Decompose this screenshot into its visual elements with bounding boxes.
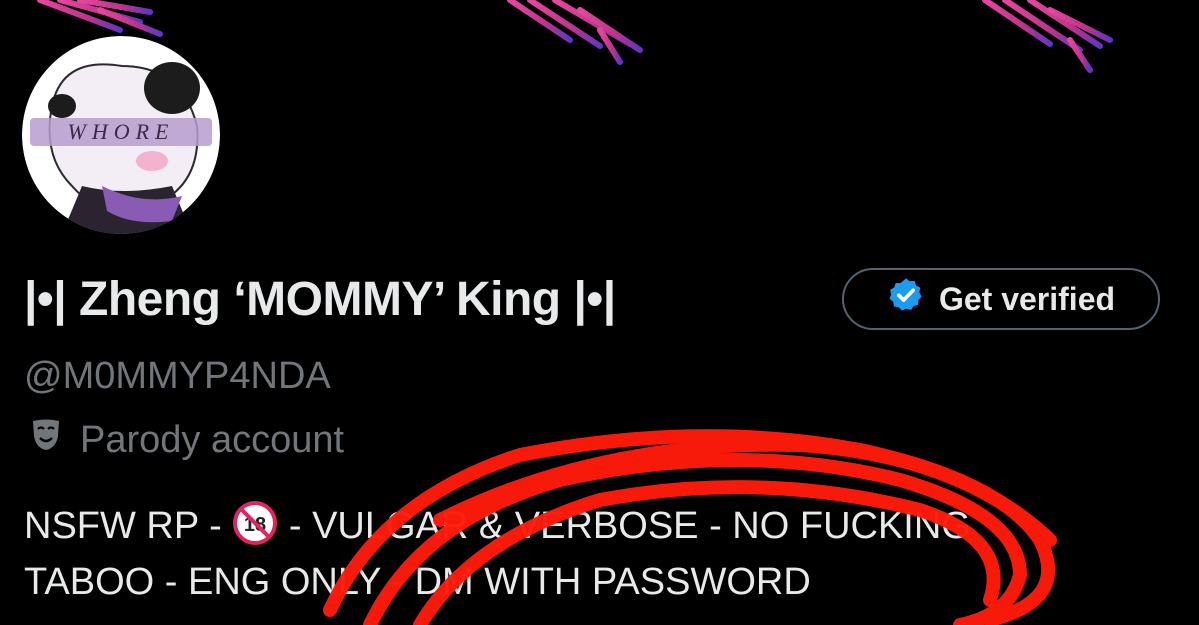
get-verified-label: Get verified <box>938 280 1116 317</box>
bio-text: - VULGAR & VERBOSE - NO FUCKING <box>278 505 971 547</box>
parody-label-text: Parody account <box>80 419 345 461</box>
parody-label: Parody account <box>30 416 344 464</box>
get-verified-button[interactable]: Get verified <box>842 268 1160 330</box>
bio-text: NSFW RP - <box>24 505 233 547</box>
banner-streak <box>507 0 643 65</box>
no-under-18-icon: 18 <box>232 500 278 546</box>
banner-streak <box>982 0 1113 73</box>
user-handle: @M0MMYP4NDA <box>24 355 331 397</box>
profile-bio: NSFW RP - 18 - VULGAR & VERBOSE - NO FUC… <box>24 498 1194 610</box>
bio-line: NSFW RP - 18 - VULGAR & VERBOSE - NO FUC… <box>24 498 1194 554</box>
bio-line: TABOO - ENG ONLY - DM WITH PASSWORD <box>24 561 811 603</box>
banner-streak <box>37 0 163 37</box>
display-name: |•| Zheng ‘MOMMY’ King |•| <box>24 273 616 326</box>
verified-badge-icon <box>887 276 925 322</box>
avatar[interactable]: WHORE <box>22 36 220 234</box>
theater-masks-icon <box>30 416 62 464</box>
avatar-text: WHORE <box>68 119 175 144</box>
